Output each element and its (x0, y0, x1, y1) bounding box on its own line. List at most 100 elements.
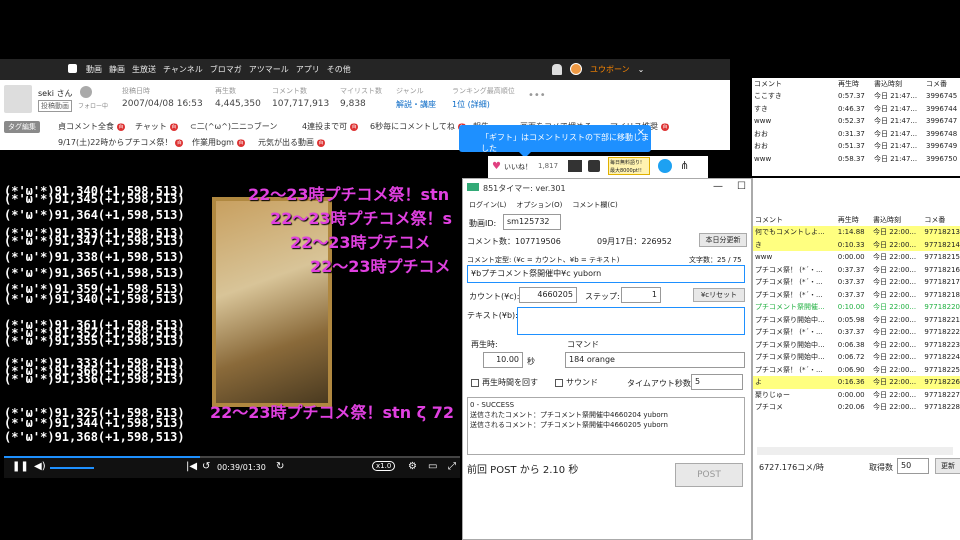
table-cell: 今日 22:00... (873, 328, 917, 337)
post-button[interactable]: POST (675, 463, 743, 487)
sound-checkbox[interactable]: サウンド (555, 377, 598, 388)
ad-banner[interactable]: 毎日無料語り! 最大8000pt!! (608, 157, 650, 175)
table-row[interactable]: プチコメ祭！ (*´・... 0:06.90 今日 22:00... 97718225 (753, 364, 960, 377)
tag-item[interactable]: 元気が出る動画百 (258, 137, 325, 148)
avatar[interactable] (570, 63, 582, 75)
nav-item[interactable]: その他 (327, 64, 351, 75)
menu-options[interactable]: オプション(O) (516, 200, 562, 210)
timeout-label: タイムアウト秒数 (627, 379, 691, 388)
tag-item[interactable]: 9/17(土)22時からプチコメ祭！百 (58, 137, 184, 148)
tag-item[interactable]: チャット百 (135, 121, 178, 132)
table-row[interactable]: プチコメ祭！ (*´・... 0:37.37 今日 22:00... 97718222 (753, 326, 960, 339)
table-row[interactable]: www 0:58.37 今日 21:47... 3996750 (752, 153, 960, 166)
table-row[interactable]: プチコメ祭り開始中... 0:06.72 今日 22:00... 97718224 (753, 351, 960, 364)
table-row[interactable]: プチコメ祭り開始中... 0:05.98 今日 22:00... 97718221 (753, 314, 960, 327)
table-row[interactable]: き 0:10.33 今日 22:00... 97718214 (753, 238, 960, 251)
check-icon[interactable] (80, 86, 92, 98)
table-row[interactable]: 聚りじゅー 0:00.00 今日 22:00... 97718227 (753, 389, 960, 402)
tag-edit-button[interactable]: タグ編集 (4, 121, 40, 133)
bell-icon[interactable] (552, 63, 562, 75)
menu-login[interactable]: ログイン(L) (469, 200, 506, 210)
gift-icon[interactable] (588, 160, 600, 172)
count-input[interactable]: 4660205 (519, 287, 577, 303)
heart-icon[interactable]: ♥ (492, 161, 501, 172)
tag-item[interactable]: 6秒毎にコメントしてね百 (370, 121, 466, 132)
today-update-button[interactable]: 本日分更新 (699, 233, 747, 247)
more-icon[interactable]: ••• (528, 90, 546, 101)
step-input[interactable]: 1 (621, 287, 661, 303)
like-label[interactable]: いいね！ (504, 162, 532, 172)
skip-back-icon[interactable]: |◀ (186, 461, 197, 472)
tag-item[interactable]: 作業用bgm 百 (192, 137, 245, 148)
volume-icon[interactable]: ◀) (34, 461, 46, 472)
table-row[interactable]: おお 0:31.37 今日 21:47... 3996748 (752, 128, 960, 141)
playlist-add-icon[interactable] (568, 160, 582, 172)
tag-item[interactable]: 4連投まで可百 (302, 121, 359, 132)
nav-item[interactable]: 動画 (86, 64, 102, 75)
timeout-input[interactable]: 5 (691, 374, 743, 390)
count-reset-button[interactable]: ¥cリセット (693, 288, 745, 302)
table-row[interactable]: プチコメ 0:20.06 今日 22:00... 97718228 (753, 401, 960, 414)
play-time-input[interactable]: 10.00 (483, 352, 523, 368)
table-row[interactable]: 何でもコメントしよ... 1:14.88 今日 22:00... 97718213 (753, 226, 960, 239)
table-cell: 97718225 (924, 365, 960, 374)
nav-item[interactable]: アプリ (296, 64, 320, 75)
nav-item[interactable]: 静画 (109, 64, 125, 75)
maximize-icon[interactable]: ☐ (737, 181, 746, 192)
rewind-icon[interactable]: ↺ (202, 461, 210, 472)
table-row[interactable]: www 0:00.00 今日 22:00... 97718215 (753, 251, 960, 264)
chevron-down-icon[interactable]: ⌄ (638, 65, 645, 74)
table-row[interactable]: すき 0:46.37 今日 21:47... 3996744 (752, 103, 960, 116)
table-cell: 97718220 (924, 303, 960, 312)
template-input[interactable]: ¥bプチコメント祭開催中¥c yuborn (467, 265, 745, 283)
user-name[interactable]: ユウボーン (590, 64, 630, 75)
table-row[interactable]: プチコメ祭！ (*´・... 0:37.37 今日 22:00... 97718218 (753, 289, 960, 302)
rate-label: 6727.176コメ/時 (759, 463, 824, 472)
forward-icon[interactable]: ↻ (276, 461, 284, 472)
video-id-label: 動画ID: (469, 219, 497, 228)
tag-item[interactable]: ⊂二(^ω^)二ニ⊃ブーン (190, 121, 277, 132)
menu-comment[interactable]: コメント欄(C) (572, 200, 617, 210)
tv-logo-icon[interactable] (68, 64, 77, 73)
video-id-input[interactable]: sm125732 (503, 214, 561, 230)
table-cell: 97718228 (924, 403, 960, 412)
speed-button[interactable]: x1.0 (372, 461, 396, 471)
comment-toggle-icon[interactable]: ▭ (428, 461, 437, 472)
command-input[interactable]: 184 orange (565, 352, 745, 368)
table-row[interactable]: よ 0:16.36 今日 22:00... 97718226 (753, 376, 960, 389)
nav-item[interactable]: ブロマガ (210, 64, 242, 75)
table-cell: 0:37.37 (837, 328, 865, 337)
loop-checkbox[interactable]: 再生時間を回す (471, 377, 538, 388)
update-button[interactable]: 更新 (935, 458, 960, 474)
share-icon[interactable]: ⋔ (680, 159, 689, 172)
text-input[interactable] (517, 307, 745, 335)
table-row[interactable]: ここすき 0:57.37 今日 21:47... 3996745 (752, 90, 960, 103)
scrollbar[interactable] (757, 447, 953, 455)
video-player[interactable]: (*'ω'*)91,340(+1,598,513) (*'ω'*)91,345(+… (4, 155, 460, 477)
table-row[interactable]: プチコメ祭！ (*´・... 0:37.37 今日 22:00... 97718216 (753, 264, 960, 277)
pause-icon[interactable]: ❚❚ (12, 461, 29, 472)
table-row[interactable]: プチコメ祭！ (*´・... 0:37.37 今日 22:00... 97718217 (753, 276, 960, 289)
col-header: 書込時刻 (874, 80, 902, 88)
fetch-input[interactable]: 50 (897, 458, 929, 474)
nav-item[interactable]: アツマール (249, 64, 289, 75)
twitter-icon[interactable] (658, 159, 672, 173)
settings-icon[interactable]: ⚙ (408, 461, 417, 472)
close-icon[interactable]: × (637, 127, 645, 138)
nav-item[interactable]: 生放送 (132, 64, 156, 75)
table-row[interactable]: おお 0:51.37 今日 21:47... 3996749 (752, 140, 960, 153)
tag-item[interactable]: 貞コメント全食百 (58, 121, 125, 132)
fullscreen-icon[interactable]: ⤢ (448, 461, 456, 472)
minimize-icon[interactable]: — (713, 181, 723, 192)
table-row[interactable]: プチコメ祭り開始中... 0:06.38 今日 22:00... 97718223 (753, 339, 960, 352)
volume-slider[interactable] (50, 467, 94, 469)
nav-item[interactable]: チャンネル (163, 64, 203, 75)
owner-name[interactable]: seki さん (38, 88, 73, 99)
table-cell: 3996747 (926, 117, 958, 126)
seek-bar[interactable] (4, 456, 460, 458)
table-row[interactable]: www 0:52.37 今日 21:47... 3996747 (752, 115, 960, 128)
pink-comment: 22～23時プチコメ祭！stn (248, 185, 450, 204)
table-row[interactable]: プチコメント祭開催... 0:10.00 今日 22:00... 97718220 (753, 301, 960, 314)
table-cell: 3996745 (926, 92, 958, 101)
owner-avatar[interactable] (4, 85, 32, 113)
